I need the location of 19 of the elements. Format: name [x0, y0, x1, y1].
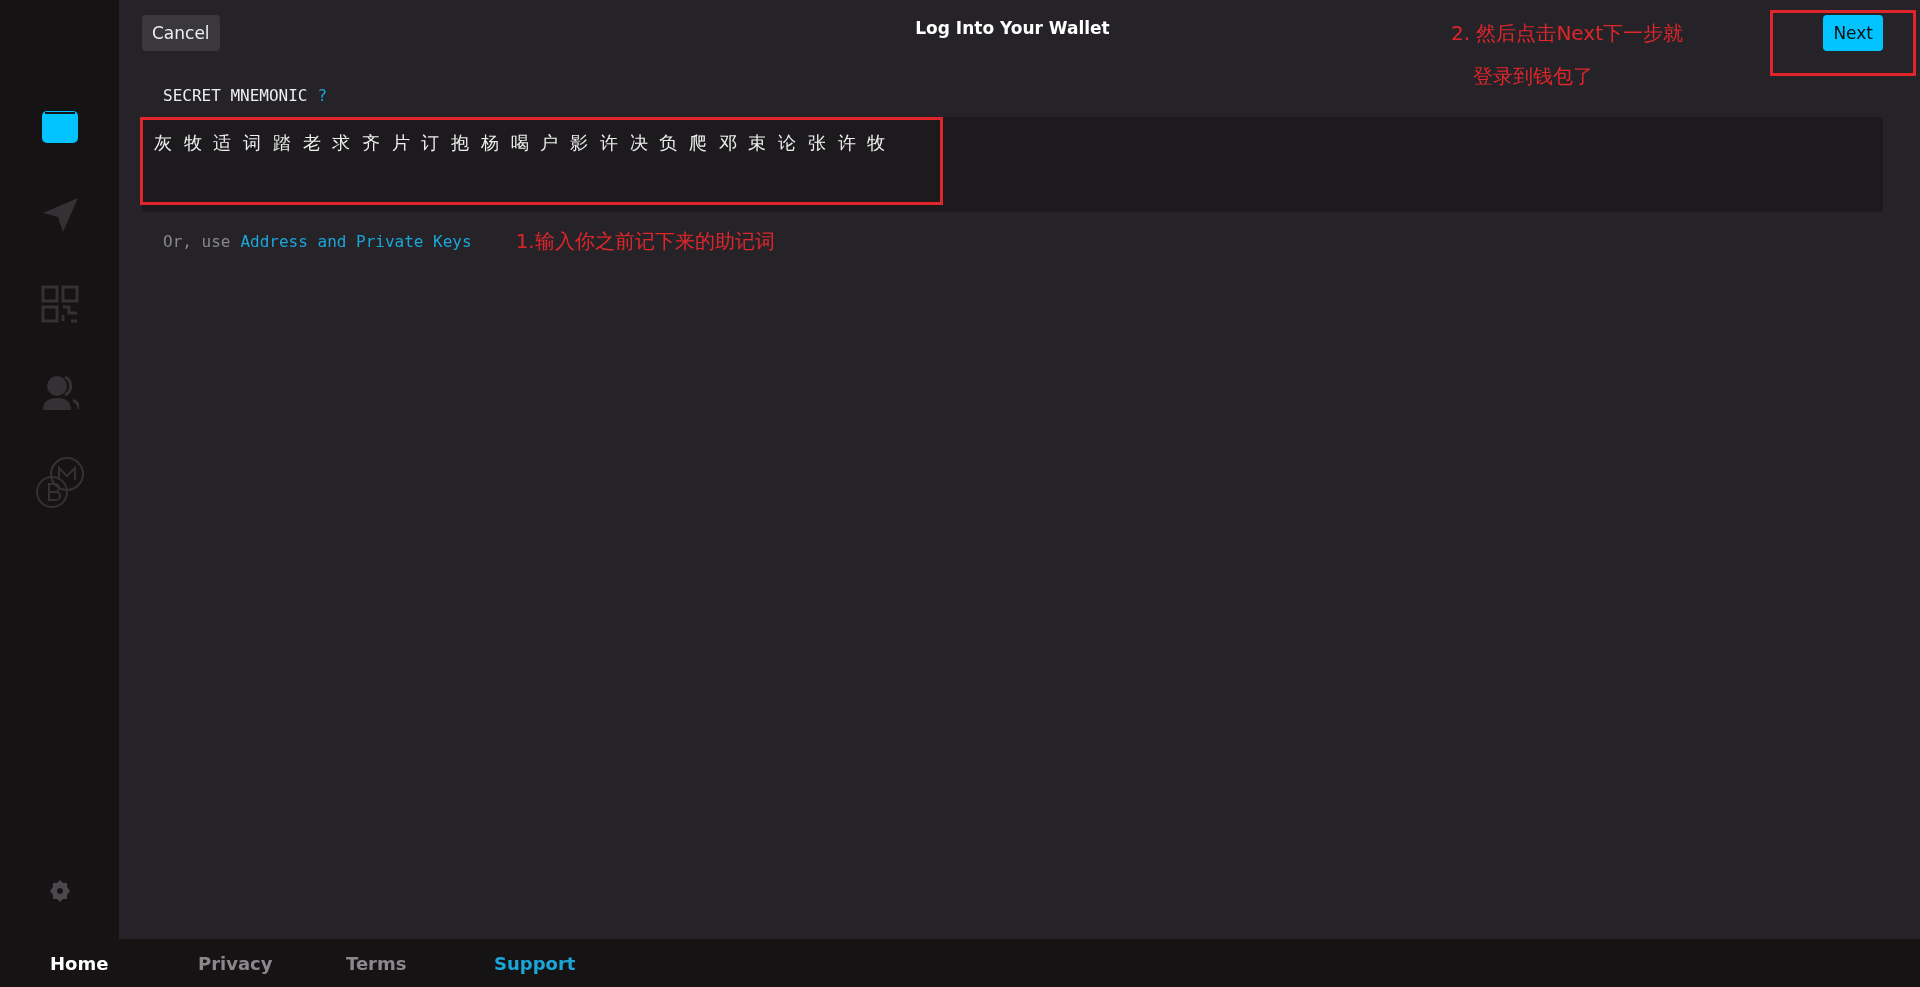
page-title: Log Into Your Wallet — [915, 18, 1110, 38]
annotation-text: 登录到钱包了 — [1471, 63, 1594, 90]
cancel-button[interactable]: Cancel — [142, 15, 220, 51]
mnemonic-field[interactable]: 灰 牧 适 词 踏 老 求 齐 片 订 抱 杨 喝 户 影 许 决 负 爬 邓 束 论 张 许 牧 — [142, 117, 1883, 212]
alt-prefix: Or, use — [163, 232, 231, 251]
address-keys-link[interactable]: Address and Private Keys — [240, 232, 472, 251]
field-label: SECRET MNEMONIC — [163, 86, 308, 105]
annotation-text: 1.输入你之前记下来的助记词 — [515, 228, 775, 255]
next-button[interactable]: Next — [1823, 15, 1883, 51]
help-link[interactable]: ? — [317, 86, 328, 105]
people-icon — [40, 374, 79, 412]
coins-icon — [33, 456, 86, 508]
qr-code-icon — [40, 285, 79, 323]
footer-link[interactable]: Support — [494, 952, 642, 974]
footer-link[interactable]: Terms — [346, 952, 494, 974]
footer-link[interactable]: Home — [50, 952, 198, 974]
settings-icon[interactable] — [47, 879, 72, 903]
annotation-text: 2. 然后点击Next下一步就 — [1450, 20, 1683, 47]
footer-link[interactable]: Privacy — [198, 952, 346, 974]
